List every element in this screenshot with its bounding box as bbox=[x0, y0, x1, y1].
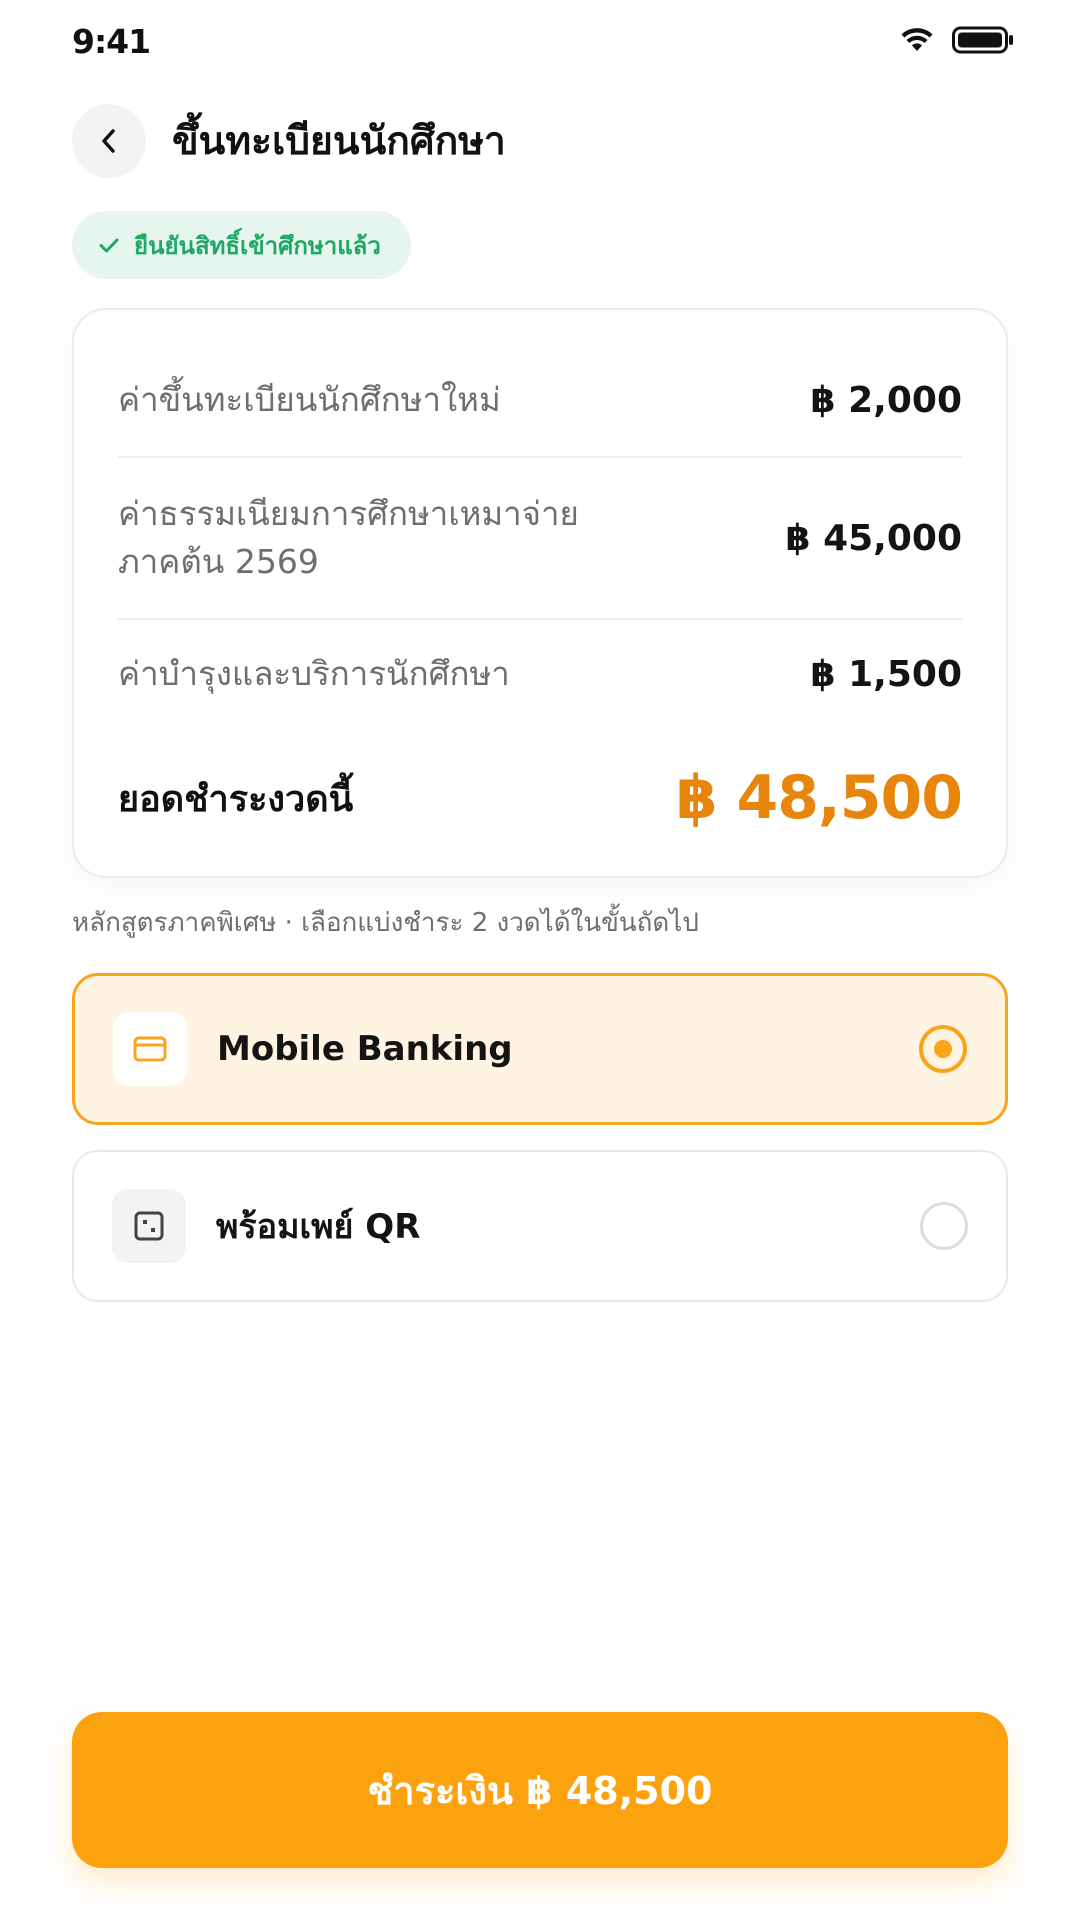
fee-summary-card: ค่าขึ้นทะเบียนนักศึกษาใหม่ ฿ 2,000 ค่าธร… bbox=[72, 308, 1008, 878]
chevron-left-icon bbox=[102, 129, 115, 153]
payment-option-mobile-banking[interactable]: Mobile Banking bbox=[72, 973, 1008, 1125]
fee-row-service: ค่าบำรุงและบริการนักศึกษา ฿ 1,500 bbox=[118, 650, 962, 698]
fee-amount: ฿ 45,000 bbox=[785, 517, 962, 559]
header: ขึ้นทะเบียนนักศึกษา bbox=[72, 103, 1008, 179]
option-label: Mobile Banking bbox=[217, 1029, 513, 1069]
fee-amount: ฿ 2,000 bbox=[810, 379, 962, 421]
divider bbox=[118, 456, 962, 458]
page-title: ขึ้นทะเบียนนักศึกษา bbox=[172, 119, 506, 164]
qr-icon bbox=[134, 1211, 164, 1241]
pay-button[interactable]: ชำระเงิน ฿ 48,500 bbox=[72, 1712, 1008, 1868]
status-badge: ยืนยันสิทธิ์เข้าศึกษาแล้ว bbox=[72, 211, 411, 279]
fee-amount: ฿ 1,500 bbox=[810, 653, 962, 695]
fee-label-line1: ค่าธรรมเนียมการศึกษาเหมาจ่าย bbox=[118, 494, 579, 533]
status-time: 9:41 bbox=[72, 22, 151, 61]
back-button[interactable] bbox=[72, 104, 146, 178]
fee-row-registration: ค่าขึ้นทะเบียนนักศึกษาใหม่ ฿ 2,000 bbox=[118, 376, 962, 424]
payment-option-promptpay-qr[interactable]: พร้อมเพย์ QR bbox=[72, 1150, 1008, 1302]
status-bar: 9:41 bbox=[0, 0, 1080, 90]
fee-label: ค่าธรรมเนียมการศึกษาเหมาจ่าย ภาคต้น 2569 bbox=[118, 490, 579, 586]
total-row: ยอดชำระงวดนี้ ฿ 48,500 bbox=[118, 758, 963, 838]
option-icon-box bbox=[112, 1189, 186, 1263]
fee-label-line2: ภาคต้น 2569 bbox=[118, 542, 319, 581]
wifi-icon bbox=[901, 28, 933, 51]
radio-selected[interactable] bbox=[919, 1025, 967, 1073]
fee-row-tuition: ค่าธรรมเนียมการศึกษาเหมาจ่าย ภาคต้น 2569… bbox=[118, 490, 962, 586]
option-label: พร้อมเพย์ QR bbox=[216, 1207, 421, 1247]
fee-label: ค่าบำรุงและบริการนักศึกษา bbox=[118, 654, 510, 693]
installment-note: หลักสูตรภาคพิเศษ · เลือกแบ่งชำระ 2 งวดได… bbox=[72, 908, 699, 938]
check-icon bbox=[99, 238, 119, 253]
radio-unselected[interactable] bbox=[920, 1202, 968, 1250]
badge-text: ยืนยันสิทธิ์เข้าศึกษาแล้ว bbox=[134, 231, 381, 260]
option-icon-box bbox=[113, 1012, 187, 1086]
status-icons bbox=[900, 26, 1014, 54]
total-amount: ฿ 48,500 bbox=[675, 763, 963, 833]
card-icon bbox=[133, 1036, 167, 1062]
battery-icon bbox=[952, 26, 1013, 54]
fee-label: ค่าขึ้นทะเบียนนักศึกษาใหม่ bbox=[118, 380, 501, 419]
total-label: ยอดชำระงวดนี้ bbox=[118, 778, 354, 820]
divider bbox=[118, 618, 962, 620]
